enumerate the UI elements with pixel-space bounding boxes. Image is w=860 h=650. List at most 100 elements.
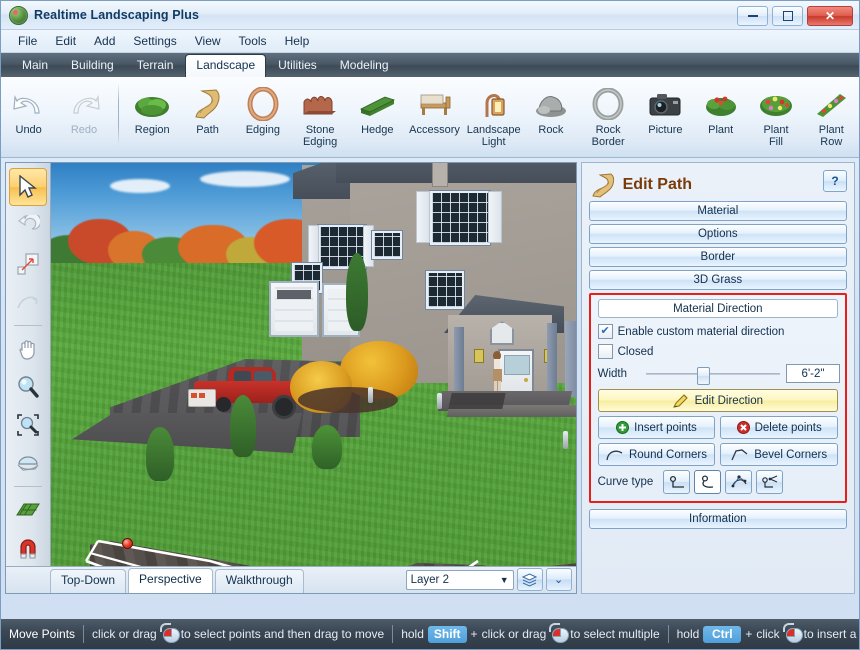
accessory-label: Accessory: [409, 124, 460, 136]
tab-modeling[interactable]: Modeling: [329, 55, 400, 77]
layers-button[interactable]: [516, 568, 543, 591]
stone-edging-button[interactable]: Stone Edging: [291, 81, 350, 148]
help-button[interactable]: ?: [823, 170, 847, 192]
arrow-cursor-icon: [19, 175, 37, 198]
rock-label: Rock: [538, 124, 564, 136]
picture-button[interactable]: Picture: [638, 81, 693, 136]
menu-item-file[interactable]: File: [9, 32, 46, 50]
viewport[interactable]: ✋ 🔍 ✈ ↕ Top-Down Perspective Walkthrough…: [5, 162, 577, 594]
curve-type-spline[interactable]: [756, 470, 784, 494]
enable-custom-material-direction-checkbox[interactable]: ✔: [597, 324, 613, 339]
pan-tool[interactable]: [10, 331, 46, 367]
material-button[interactable]: Material: [588, 201, 847, 221]
path-light: [563, 431, 568, 449]
hedge-icon: [357, 85, 397, 123]
bend-tool[interactable]: [10, 284, 46, 320]
plant-fill-button[interactable]: Plant Fill: [748, 81, 803, 148]
tab-utilities[interactable]: Utilities: [267, 55, 328, 77]
round-corners-button[interactable]: Round Corners: [597, 443, 716, 466]
path-control-point-start[interactable]: [122, 538, 133, 549]
plant-row-button[interactable]: Plant Row: [804, 81, 859, 148]
zoom-window-tool[interactable]: [10, 407, 46, 443]
plant-label: Plant: [708, 124, 734, 136]
information-button[interactable]: Information: [588, 509, 847, 529]
orbit-tool[interactable]: [10, 445, 46, 481]
mouse-left-click-icon: [549, 622, 570, 643]
closed-checkbox[interactable]: [597, 344, 613, 359]
porch-column: [565, 321, 576, 397]
path-icon: [589, 172, 619, 198]
options-button[interactable]: Options: [588, 224, 847, 244]
view-tab-walkthrough[interactable]: Walkthrough: [214, 569, 304, 593]
menu-item-settings[interactable]: Settings: [124, 32, 185, 50]
3d-grass-button[interactable]: 3D Grass: [588, 270, 847, 290]
curve-type-smooth[interactable]: [694, 470, 722, 494]
border-button[interactable]: Border: [588, 247, 847, 267]
menu-item-add[interactable]: Add: [85, 32, 124, 50]
hedge-label: Hedge: [361, 124, 394, 136]
conifer-shrub: [346, 253, 368, 331]
edit-direction-button[interactable]: Edit Direction: [597, 389, 838, 412]
rock-border-button[interactable]: Rock Border: [579, 81, 638, 148]
edging-button[interactable]: Edging: [235, 81, 290, 136]
curve-straight-icon: [669, 475, 684, 488]
slider-thumb[interactable]: [696, 366, 710, 385]
grid-tool[interactable]: [10, 492, 46, 528]
corner-buttons-row: Round Corners Bevel Corners: [597, 443, 838, 466]
width-value[interactable]: 6'-2": [786, 364, 840, 383]
zoom-tool[interactable]: [10, 369, 46, 405]
select-arrow-tool[interactable]: [9, 168, 47, 206]
plant-button[interactable]: Plant: [693, 81, 748, 136]
window: [426, 271, 464, 309]
chevron-down-icon: ▼: [499, 574, 509, 585]
bevel-corners-button[interactable]: Bevel Corners: [720, 443, 838, 466]
layer-controls: Layer 2 ▼ ⌄: [405, 568, 576, 593]
rock-button[interactable]: Rock: [523, 81, 578, 136]
path-button[interactable]: Path: [180, 81, 235, 136]
plant-fill-label: Plant Fill: [763, 124, 789, 148]
menu-item-tools[interactable]: Tools: [230, 32, 276, 50]
width-slider[interactable]: [645, 366, 780, 385]
undo-label: Undo: [15, 124, 42, 136]
view-tab-perspective[interactable]: Perspective: [128, 568, 213, 593]
enable-custom-material-direction-row[interactable]: ✔ Enable custom material direction: [597, 324, 840, 339]
tab-landscape[interactable]: Landscape: [185, 54, 267, 77]
landscape-light-button[interactable]: Landscape Light: [464, 81, 523, 148]
layer-expand-button[interactable]: ⌄: [545, 568, 572, 591]
hedge-button[interactable]: Hedge: [350, 81, 405, 136]
chevron-down-icon: ⌄: [554, 574, 564, 586]
tab-building[interactable]: Building: [60, 55, 125, 77]
rotate-tool[interactable]: [10, 208, 46, 244]
menu-item-edit[interactable]: Edit: [46, 32, 85, 50]
insert-points-button[interactable]: Insert points: [597, 416, 716, 439]
hint-plus: +: [470, 627, 478, 641]
tab-terrain[interactable]: Terrain: [126, 55, 185, 77]
width-label: Width: [597, 367, 628, 380]
material-direction-header[interactable]: Material Direction: [597, 299, 838, 318]
undo-button[interactable]: Undo: [1, 81, 56, 136]
curve-type-straight[interactable]: [663, 470, 691, 494]
layer-select[interactable]: Layer 2 ▼: [405, 569, 514, 590]
region-button[interactable]: Region: [125, 81, 180, 136]
curve-type-row: Curve type: [598, 470, 838, 494]
maximize-button[interactable]: [772, 6, 803, 26]
view-tab-top-down[interactable]: Top-Down: [50, 569, 127, 593]
closed-row[interactable]: Closed: [597, 344, 840, 359]
snap-tool[interactable]: [10, 530, 46, 566]
menu-item-help[interactable]: Help: [276, 32, 319, 50]
tab-main[interactable]: Main: [11, 55, 59, 77]
layers-stack-icon: [522, 572, 538, 587]
page-title: Edit Path: [622, 176, 692, 193]
3d-scene-render[interactable]: ✋ 🔍 ✈ ↕: [50, 163, 576, 593]
stone-edging-label: Stone Edging: [302, 124, 338, 148]
redo-button[interactable]: Redo: [56, 81, 111, 136]
door-mat: [448, 393, 506, 409]
delete-points-button[interactable]: Delete points: [720, 416, 838, 439]
accessory-button[interactable]: Accessory: [405, 81, 464, 136]
scale-tool[interactable]: [10, 246, 46, 282]
minimize-button[interactable]: [737, 6, 768, 26]
curve-type-bezier[interactable]: [725, 470, 753, 494]
close-button[interactable]: ✕: [807, 6, 853, 26]
menu-item-view[interactable]: View: [186, 32, 230, 50]
magnifier-icon: [18, 376, 39, 398]
